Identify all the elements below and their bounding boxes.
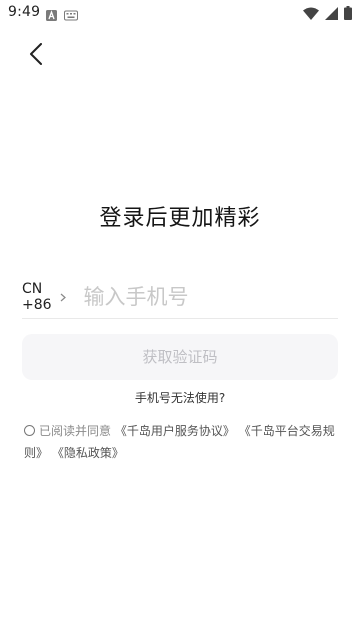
phone-number-input[interactable] (81, 278, 354, 316)
status-icons (303, 5, 352, 24)
chevron-left-icon (29, 43, 43, 69)
battery-icon (344, 5, 352, 24)
signal-icon (325, 5, 338, 24)
phone-row: CN +86 (22, 276, 354, 319)
agreement-text: 已阅读并同意 《千岛用户服务协议》 《千岛平台交易规则》 《隐私政策》 (24, 420, 340, 464)
chevron-right-icon (60, 293, 66, 302)
country-code-label: CN +86 (22, 281, 52, 313)
country-code-selector[interactable]: CN +86 (22, 281, 66, 313)
status-time: 9:49 (8, 4, 41, 20)
app-a-icon (46, 6, 57, 25)
page-title: 登录后更加精彩 (99, 206, 261, 231)
user-service-agreement-link[interactable]: 《千岛用户服务协议》 (115, 424, 235, 438)
back-button[interactable] (22, 42, 50, 70)
status-bar: 9:49 (0, 0, 360, 24)
get-code-button[interactable]: 获取验证码 (22, 334, 338, 380)
phone-unavailable-link[interactable]: 手机号无法使用? (0, 389, 360, 406)
keyboard-icon (64, 6, 78, 25)
agree-checkbox[interactable] (24, 425, 35, 436)
privacy-policy-link[interactable]: 《隐私政策》 (52, 446, 124, 460)
agreement-prefix: 已阅读并同意 (39, 424, 112, 438)
wifi-icon (303, 5, 319, 24)
